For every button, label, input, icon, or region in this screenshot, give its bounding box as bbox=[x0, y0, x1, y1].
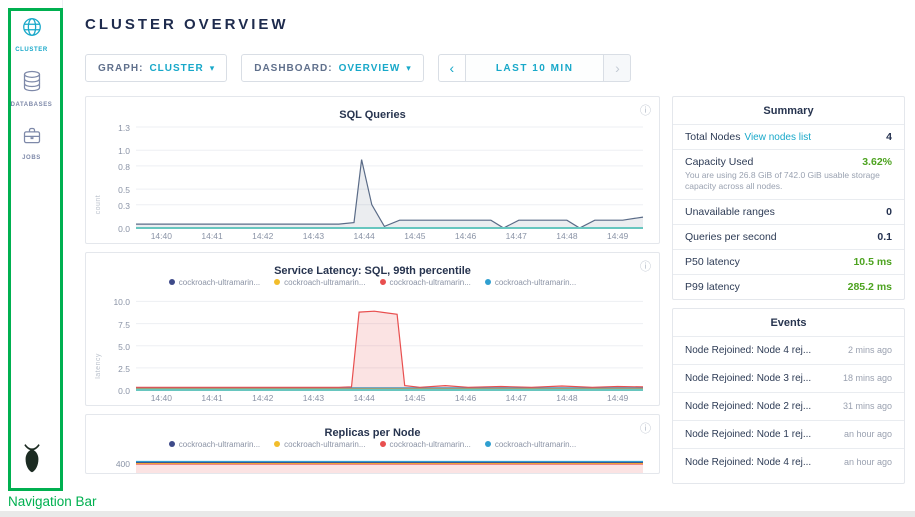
event-text: Node Rejoined: Node 1 rej... bbox=[685, 429, 811, 440]
event-row: Node Rejoined: Node 1 rej... an hour ago bbox=[673, 420, 904, 448]
summary-row-unavailable-ranges: Unavailable ranges 0 bbox=[673, 199, 904, 224]
event-row: Node Rejoined: Node 4 rej... 2 mins ago bbox=[673, 336, 904, 364]
summary-row-p50-latency: P50 latency 10.5 ms bbox=[673, 249, 904, 274]
summary-title: Summary bbox=[673, 97, 904, 124]
events-title: Events bbox=[673, 309, 904, 336]
legend-label: cockroach-ultramarin... bbox=[495, 440, 576, 449]
sidebar-item-databases[interactable]: DATABASES bbox=[0, 70, 63, 108]
summary-row-total-nodes: Total Nodes View nodes list 4 bbox=[673, 124, 904, 149]
legend-dot-icon bbox=[380, 441, 386, 447]
summary-row-capacity: Capacity Used 3.62% You are using 26.8 G… bbox=[673, 149, 904, 199]
chart-plot-replicas: 40014:4014:4114:4214:4314:4414:4514:4614… bbox=[94, 453, 651, 474]
event-text: Node Rejoined: Node 4 rej... bbox=[685, 457, 811, 468]
event-time: an hour ago bbox=[844, 457, 892, 467]
capacity-subtext: You are using 26.8 GiB of 742.0 GiB usab… bbox=[685, 170, 892, 193]
graph-dropdown-label: GRAPH: bbox=[98, 63, 143, 74]
legend-dot-icon bbox=[274, 279, 280, 285]
chart-card-sql-queries: SQL Queries ⓘ 0.00.30.50.81.01.314:4014:… bbox=[85, 96, 660, 244]
legend-dot-icon bbox=[485, 279, 491, 285]
toolbar: GRAPH: CLUSTER ▾ DASHBOARD: OVERVIEW ▾ ‹… bbox=[85, 54, 631, 82]
right-column: Summary Total Nodes View nodes list 4 Cap… bbox=[672, 96, 905, 491]
sidebar-item-cluster[interactable]: CLUSTER bbox=[0, 16, 63, 53]
total-nodes-value: 4 bbox=[886, 131, 892, 143]
briefcase-icon bbox=[22, 126, 42, 151]
legend-item[interactable]: cockroach-ultramarin... bbox=[485, 278, 576, 287]
capacity-label: Capacity Used bbox=[685, 156, 753, 168]
summary-panel: Summary Total Nodes View nodes list 4 Cap… bbox=[672, 96, 905, 300]
legend-item[interactable]: cockroach-ultramarin... bbox=[169, 278, 260, 287]
legend-item[interactable]: cockroach-ultramarin... bbox=[169, 440, 260, 449]
globe-icon bbox=[21, 16, 43, 43]
legend-label: cockroach-ultramarin... bbox=[179, 440, 260, 449]
row-label: P50 latency bbox=[685, 256, 740, 268]
chart-card-replicas-per-node: Replicas per Node ⓘ cockroach-ultramarin… bbox=[85, 414, 660, 474]
sidebar-item-label: DATABASES bbox=[11, 102, 53, 108]
info-icon[interactable]: ⓘ bbox=[640, 258, 651, 274]
row-label: Queries per second bbox=[685, 231, 777, 243]
chevron-down-icon: ▾ bbox=[406, 63, 411, 74]
dashboard-dropdown-label: DASHBOARD: bbox=[254, 63, 332, 74]
event-text: Node Rejoined: Node 4 rej... bbox=[685, 345, 811, 356]
time-next-button[interactable]: › bbox=[603, 54, 631, 82]
event-time: an hour ago bbox=[844, 429, 892, 439]
view-nodes-list-link[interactable]: View nodes list bbox=[744, 132, 811, 143]
main-content: CLUSTER OVERVIEW GRAPH: CLUSTER ▾ DASHBO… bbox=[63, 0, 915, 491]
graph-dropdown-value: CLUSTER bbox=[149, 63, 203, 74]
row-value: 0.1 bbox=[877, 231, 892, 243]
legend-dot-icon bbox=[274, 441, 280, 447]
legend-dot-icon bbox=[169, 279, 175, 285]
summary-row-queries-per-second: Queries per second 0.1 bbox=[673, 224, 904, 249]
events-panel: Events Node Rejoined: Node 4 rej... 2 mi… bbox=[672, 308, 905, 484]
chart-title: Replicas per Node bbox=[325, 427, 421, 439]
legend-item[interactable]: cockroach-ultramarin... bbox=[485, 440, 576, 449]
sidebar-item-label: CLUSTER bbox=[15, 47, 48, 53]
database-icon bbox=[22, 70, 42, 98]
legend-dot-icon bbox=[380, 279, 386, 285]
graph-dropdown[interactable]: GRAPH: CLUSTER ▾ bbox=[85, 54, 227, 82]
cockroachdb-logo bbox=[0, 443, 63, 473]
total-nodes-label: Total Nodes bbox=[685, 131, 740, 143]
event-text: Node Rejoined: Node 2 rej... bbox=[685, 401, 811, 412]
charts-column: SQL Queries ⓘ 0.00.30.50.81.01.314:4014:… bbox=[85, 96, 660, 482]
event-row: Node Rejoined: Node 3 rej... 18 mins ago bbox=[673, 364, 904, 392]
event-time: 18 mins ago bbox=[843, 373, 892, 383]
chart-plot-service-latency: 0.02.55.07.510.014:4014:4114:4214:4314:4… bbox=[94, 291, 651, 405]
chart-title: SQL Queries bbox=[339, 109, 405, 121]
sidebar-item-jobs[interactable]: JOBS bbox=[0, 126, 63, 161]
row-value: 10.5 ms bbox=[853, 256, 892, 268]
chart-plot-sql-queries: 0.00.30.50.81.01.314:4014:4114:4214:4314… bbox=[94, 121, 651, 243]
bottom-scrollbar[interactable] bbox=[0, 511, 915, 517]
event-time: 31 mins ago bbox=[843, 401, 892, 411]
dashboard-dropdown-value: OVERVIEW bbox=[339, 63, 401, 74]
event-row: Node Rejoined: Node 2 rej... 31 mins ago bbox=[673, 392, 904, 420]
navigation-bar-annotation-label: Navigation Bar bbox=[8, 494, 97, 509]
time-range-label[interactable]: LAST 10 MIN bbox=[466, 54, 604, 82]
info-icon[interactable]: ⓘ bbox=[640, 420, 651, 436]
legend-dot-icon bbox=[169, 441, 175, 447]
row-label: P99 latency bbox=[685, 281, 740, 293]
legend-label: cockroach-ultramarin... bbox=[179, 278, 260, 287]
chevron-down-icon: ▾ bbox=[210, 63, 215, 74]
capacity-value: 3.62% bbox=[862, 156, 892, 168]
page-title: CLUSTER OVERVIEW bbox=[85, 16, 289, 33]
time-range-selector: ‹ LAST 10 MIN › bbox=[438, 54, 632, 82]
row-label: Unavailable ranges bbox=[685, 206, 775, 218]
row-value: 0 bbox=[886, 206, 892, 218]
dashboard-dropdown[interactable]: DASHBOARD: OVERVIEW ▾ bbox=[241, 54, 424, 82]
legend-label: cockroach-ultramarin... bbox=[495, 278, 576, 287]
chart-title: Service Latency: SQL, 99th percentile bbox=[274, 265, 471, 277]
info-icon[interactable]: ⓘ bbox=[640, 102, 651, 118]
chart-card-service-latency: Service Latency: SQL, 99th percentile ⓘ … bbox=[85, 252, 660, 406]
admin-ui-screenshot: CLUSTER DATABASES JOBS CLUSTER OV bbox=[0, 0, 915, 491]
row-value: 285.2 ms bbox=[848, 281, 892, 293]
summary-row-p99-latency: P99 latency 285.2 ms bbox=[673, 274, 904, 299]
event-time: 2 mins ago bbox=[848, 345, 892, 355]
event-text: Node Rejoined: Node 3 rej... bbox=[685, 373, 811, 384]
sidebar-item-label: JOBS bbox=[22, 155, 41, 161]
time-prev-button[interactable]: ‹ bbox=[438, 54, 466, 82]
legend-dot-icon bbox=[485, 441, 491, 447]
event-row: Node Rejoined: Node 4 rej... an hour ago bbox=[673, 448, 904, 476]
